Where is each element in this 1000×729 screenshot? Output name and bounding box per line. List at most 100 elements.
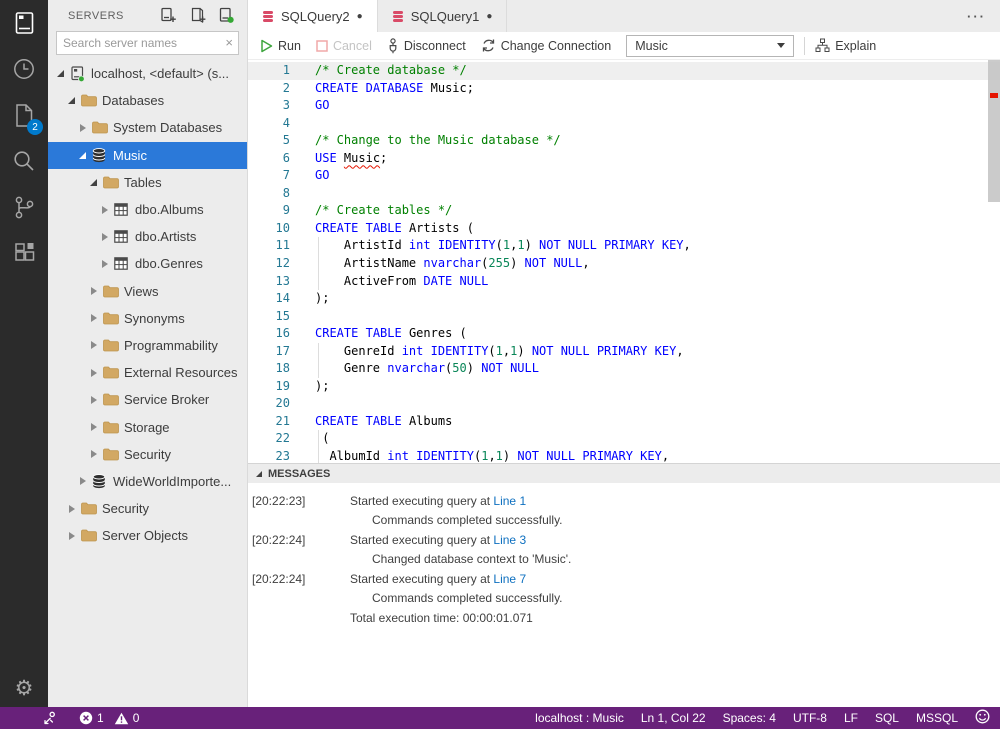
line-link[interactable]: Line 7 [493, 572, 526, 586]
line-link[interactable]: Line 3 [493, 533, 526, 547]
code-line-18[interactable]: 18 Genre nvarchar(50) NOT NULL [248, 360, 1000, 378]
code-line-14[interactable]: 14); [248, 290, 1000, 308]
tree-item-views[interactable]: Views [48, 278, 247, 305]
database-dropdown[interactable]: Music [626, 34, 795, 57]
code-line-19[interactable]: 19); [248, 378, 1000, 396]
explain-button[interactable]: Explain [815, 38, 876, 53]
tab-sqlquery2[interactable]: SQLQuery2 ● [248, 0, 378, 32]
activitybar-task-history-icon[interactable] [0, 46, 48, 92]
activitybar-open-editors-icon[interactable]: 2 [0, 92, 48, 138]
tree-item-music[interactable]: Music [48, 141, 247, 169]
expand-arrow-icon[interactable] [65, 504, 78, 513]
warning-count[interactable]: 0 [114, 711, 139, 725]
expand-arrow-icon[interactable] [98, 205, 111, 214]
activitybar-connections-icon[interactable] [0, 0, 48, 46]
code-line-21[interactable]: 21 CREATE TABLE Albums [248, 413, 1000, 431]
tree-item-security[interactable]: Security [48, 441, 247, 468]
collapse-arrow-icon[interactable] [76, 151, 89, 159]
expand-arrow-icon[interactable] [87, 368, 100, 377]
tree-item-service-broker[interactable]: Service Broker [48, 386, 247, 413]
code-line-22[interactable]: 22 ( [248, 430, 1000, 449]
expand-arrow-icon[interactable] [65, 531, 78, 540]
tree-item-system-databases[interactable]: System Databases [48, 114, 247, 141]
tree-item-dbo-artists[interactable]: dbo.Artists [48, 223, 247, 250]
expand-arrow-icon[interactable] [76, 477, 89, 486]
code-line-3[interactable]: 3 GO [248, 97, 1000, 115]
tree-item-localhost-default-s[interactable]: localhost, <default> (s... [48, 60, 247, 87]
expand-arrow-icon[interactable] [87, 341, 100, 350]
tree-item-tables[interactable]: Tables [48, 169, 247, 196]
activitybar-source-control-icon[interactable] [0, 184, 48, 230]
expand-arrow-icon[interactable] [87, 287, 100, 296]
expand-arrow-icon[interactable] [87, 450, 100, 459]
line-link[interactable]: Line 1 [493, 494, 526, 508]
search-server-input[interactable] [56, 31, 239, 55]
tree-item-dbo-albums[interactable]: dbo.Albums [48, 196, 247, 223]
messages-panel-header[interactable]: MESSAGES [248, 464, 1000, 483]
change-connection-button[interactable]: Change Connection [481, 38, 611, 53]
activitybar-extensions-icon[interactable] [0, 230, 48, 276]
feedback-smiley-icon[interactable] [975, 709, 990, 727]
tree-item-databases[interactable]: Databases [48, 87, 247, 114]
code-line-11[interactable]: 11 ArtistId int IDENTITY(1,1) NOT NULL P… [248, 237, 1000, 256]
code-line-2[interactable]: 2 CREATE DATABASE Music; [248, 80, 1000, 98]
code-line-4[interactable]: 4 [248, 115, 1000, 133]
activitybar-search-icon[interactable] [0, 138, 48, 184]
tree-item-storage[interactable]: Storage [48, 413, 247, 440]
code-line-15[interactable]: 15 [248, 308, 1000, 326]
collapse-arrow-icon[interactable] [65, 97, 78, 105]
clear-search-icon[interactable]: × [225, 35, 233, 50]
code-line-5[interactable]: 5 /* Change to the Music database */ [248, 132, 1000, 150]
more-actions-icon[interactable]: ··· [967, 0, 986, 32]
expand-arrow-icon[interactable] [87, 314, 100, 323]
tree-item-external-resources[interactable]: External Resources [48, 359, 247, 386]
status-cursor-position[interactable]: Ln 1, Col 22 [641, 711, 706, 725]
tree-item-synonyms[interactable]: Synonyms [48, 305, 247, 332]
status-eol[interactable]: LF [844, 711, 858, 725]
run-button[interactable]: Run [260, 39, 301, 53]
expand-arrow-icon[interactable] [87, 423, 100, 432]
tree-item-security[interactable]: Security [48, 495, 247, 522]
modified-dot-icon[interactable]: ● [357, 11, 363, 22]
cancel-button[interactable]: Cancel [316, 39, 372, 53]
code-line-23[interactable]: 23 AlbumId int IDENTITY(1,1) NOT NULL PR… [248, 448, 1000, 463]
status-encoding[interactable]: UTF-8 [793, 711, 827, 725]
code-line-6[interactable]: 6 USE Music; [248, 150, 1000, 168]
code-line-20[interactable]: 20 [248, 395, 1000, 413]
tab-sqlquery1[interactable]: SQLQuery1 ● [377, 0, 508, 32]
expand-arrow-icon[interactable] [98, 232, 111, 241]
code-line-9[interactable]: 9 /* Create tables */ [248, 202, 1000, 220]
editor-scrollbar[interactable] [988, 60, 1000, 202]
modified-dot-icon[interactable]: ● [486, 11, 492, 22]
status-provider[interactable]: MSSQL [916, 711, 958, 725]
new-connection-icon[interactable] [160, 7, 177, 24]
collapse-arrow-icon[interactable] [87, 178, 100, 186]
code-line-17[interactable]: 17 GenreId int IDENTITY(1,1) NOT NULL PR… [248, 342, 1000, 361]
code-line-16[interactable]: 16 CREATE TABLE Genres ( [248, 325, 1000, 343]
feedback-user-icon[interactable] [42, 711, 57, 725]
expand-arrow-icon[interactable] [76, 123, 89, 132]
collapse-arrow-icon[interactable] [54, 70, 67, 78]
active-connections-icon[interactable] [218, 7, 235, 24]
sql-code-editor[interactable]: 1 /* Create database */ 2 CREATE DATABASE M… [248, 60, 1000, 463]
tree-item-programmability[interactable]: Programmability [48, 332, 247, 359]
code-line-13[interactable]: 13 ActiveFrom DATE NULL [248, 272, 1000, 291]
tree-item-server-objects[interactable]: Server Objects [48, 522, 247, 549]
code-line-8[interactable]: 8 [248, 185, 1000, 203]
folder-icon [103, 448, 119, 461]
error-count[interactable]: 1 [79, 711, 104, 725]
code-line-1[interactable]: 1 /* Create database */ [248, 62, 1000, 80]
expand-arrow-icon[interactable] [87, 395, 100, 404]
expand-arrow-icon[interactable] [98, 259, 111, 268]
code-line-10[interactable]: 10 CREATE TABLE Artists ( [248, 220, 1000, 238]
code-line-12[interactable]: 12 ArtistName nvarchar(255) NOT NULL, [248, 255, 1000, 273]
settings-gear-icon[interactable]: ⚙ [0, 678, 48, 699]
status-connection-status[interactable]: localhost : Music [535, 711, 624, 725]
status-indentation[interactable]: Spaces: 4 [723, 711, 776, 725]
status-language-mode[interactable]: SQL [875, 711, 899, 725]
tree-item-dbo-genres[interactable]: dbo.Genres [48, 250, 247, 277]
code-line-7[interactable]: 7 GO [248, 167, 1000, 185]
new-server-group-icon[interactable] [189, 7, 206, 24]
tree-item-wideworldimporte[interactable]: WideWorldImporte... [48, 468, 247, 495]
disconnect-button[interactable]: Disconnect [387, 37, 466, 54]
